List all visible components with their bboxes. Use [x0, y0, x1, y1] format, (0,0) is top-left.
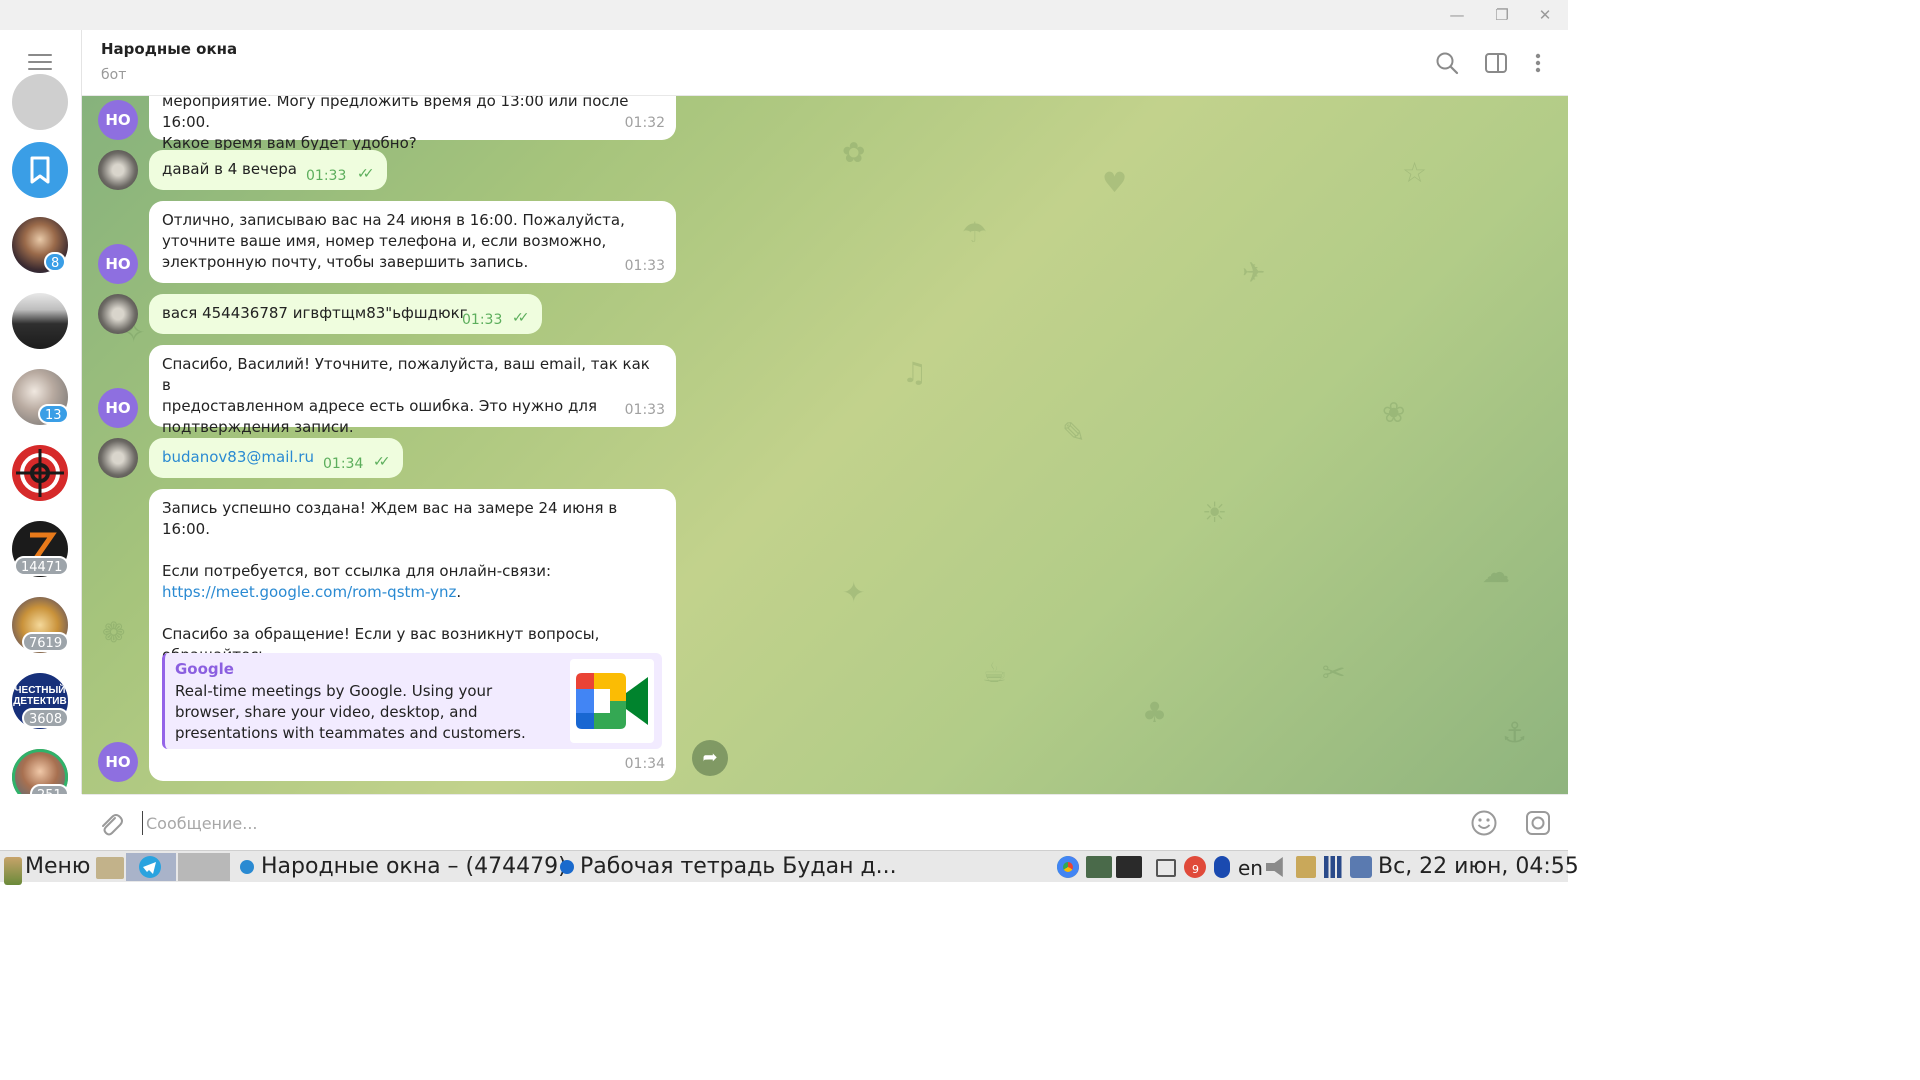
minimize-button[interactable]: —	[1447, 5, 1467, 25]
workspace-switcher[interactable]	[178, 853, 230, 881]
message-bubble[interactable]: мероприятие. Могу предложить время до 13…	[149, 96, 676, 152]
volume-icon[interactable]	[1266, 857, 1283, 877]
taskbar-window-telegram[interactable]: Народные окна – (474479)	[261, 854, 567, 879]
chat-avatar-6[interactable]	[12, 445, 68, 501]
attach-icon[interactable]	[96, 810, 124, 838]
message-text: Спасибо, Василий! Уточните, пожалуйста, …	[162, 355, 650, 394]
message-time: 01:33	[624, 402, 665, 418]
telegram-taskbar-button[interactable]	[126, 853, 176, 881]
message-bubble[interactable]: budanov83@mail.ru 01:34 ✓✓	[149, 438, 403, 478]
message-text: давай в 4 вечера	[162, 160, 297, 178]
sidebar-toggle-icon[interactable]	[1483, 50, 1509, 76]
message-composer	[82, 794, 1568, 850]
message-text: мероприятие. Могу предложить время до 13…	[162, 96, 629, 131]
meet-link[interactable]: https://meet.google.com/rom-qstm-ynz	[162, 583, 456, 601]
message-text: Спасибо за обращение! Если у вас возникн…	[162, 625, 600, 643]
monitor-icon[interactable]	[1086, 856, 1112, 878]
message-text: Отлично, записываю вас на 24 июня в 16:0…	[162, 211, 625, 229]
message-text: .	[456, 583, 462, 601]
battery-icon[interactable]	[1350, 856, 1372, 878]
preview-description: Real-time meetings by Google. Using your…	[175, 682, 526, 742]
message-time: 01:32	[624, 115, 665, 131]
keyboard-layout[interactable]: en	[1238, 856, 1263, 880]
message-bubble[interactable]: вася 454436787 игвфтщм83"ьфшдюкг 01:33 ✓…	[149, 294, 542, 334]
close-button[interactable]: ✕	[1535, 5, 1555, 25]
emoji-icon[interactable]	[1470, 809, 1498, 837]
message-bubble[interactable]: Отлично, записываю вас на 24 июня в 16:0…	[149, 201, 676, 283]
message-text: подтверждения записи.	[162, 418, 354, 436]
message-time: 01:34	[323, 456, 364, 472]
chat-list-sidebar: 8 13 14471 7619 ЧЕСТНЫЙ ДЕТЕКТИВ 3608 25…	[0, 30, 82, 794]
message-bubble[interactable]: Спасибо, Василий! Уточните, пожалуйста, …	[149, 345, 676, 436]
link-preview[interactable]: Google Real-time meetings by Google. Usi…	[162, 653, 662, 749]
share-arrow-icon[interactable]: ➦	[692, 740, 728, 776]
unread-badge: 3608	[22, 708, 70, 728]
window-icon	[560, 860, 574, 874]
chat-subtitle: бот	[101, 67, 127, 83]
bot-avatar[interactable]: НО	[98, 100, 138, 140]
preview-site-name: Google	[175, 660, 234, 678]
start-menu-button[interactable]: Меню	[25, 854, 90, 879]
google-meet-icon	[570, 659, 654, 743]
message-text: предоставленном адресе есть ошибка. Это …	[162, 397, 597, 415]
message-time: 01:33	[624, 258, 665, 274]
menu-icon[interactable]	[28, 54, 52, 70]
message-input[interactable]	[142, 811, 1442, 835]
logo-text: ДЕТЕКТИВ	[13, 696, 67, 707]
system-taskbar: Меню Народные окна – (474479) Рабочая те…	[0, 850, 1579, 885]
restore-button[interactable]: ❐	[1492, 5, 1512, 25]
unread-badge: 14471	[14, 556, 70, 576]
chrome-icon[interactable]	[1057, 856, 1079, 878]
network-signal-icon[interactable]	[1324, 856, 1346, 878]
clock[interactable]: Вс, 22 июн, 04:55	[1378, 854, 1579, 879]
taskbar-window-browser[interactable]: Рабочая тетрадь Будан д...	[580, 854, 897, 879]
logo-text: ЧЕСТНЫЙ	[14, 685, 66, 696]
terminal-icon[interactable]	[1116, 856, 1142, 878]
message-list[interactable]: ✿ ☂ ♥ ✈ ☆ ♫ ✎ ☀ ❀ ☁ ✦ ☕ ♣ ✂ ⚓ ❁ ✧ меропр…	[82, 96, 1568, 794]
file-manager-icon[interactable]	[96, 857, 124, 879]
message-time: 01:34	[624, 756, 665, 772]
bot-avatar[interactable]: НО	[98, 244, 138, 284]
clipboard-manager-icon[interactable]	[1296, 856, 1316, 878]
bookmark-icon	[30, 156, 50, 184]
message-text: Если потребуется, вот ссылка для онлайн-…	[162, 562, 552, 580]
telegram-icon	[139, 856, 161, 878]
unread-badge: 7619	[22, 632, 70, 652]
notification-count: 9	[1192, 863, 1199, 876]
chat-avatar-4[interactable]	[12, 293, 68, 349]
target-logo-icon	[16, 449, 64, 497]
message-text: Запись успешно создана! Ждем вас на заме…	[162, 499, 618, 538]
clipboard-icon[interactable]	[1156, 859, 1176, 877]
message-text: электронную почту, чтобы завершить запис…	[162, 253, 529, 271]
message-time: 01:33	[462, 312, 503, 328]
bot-avatar[interactable]: НО	[98, 742, 138, 782]
message-bubble[interactable]: Запись успешно создана! Ждем вас на заме…	[149, 489, 676, 781]
search-icon[interactable]	[1434, 50, 1460, 76]
email-link[interactable]: budanov83@mail.ru	[162, 448, 314, 466]
start-menu-icon[interactable]	[4, 857, 22, 885]
message-text: вася 454436787 игвфтщм83"ьфшдюкг	[162, 304, 468, 322]
bluetooth-icon[interactable]	[1214, 856, 1230, 878]
read-checks-icon: ✓✓	[373, 454, 391, 470]
chat-title[interactable]: Народные окна	[101, 40, 237, 58]
read-checks-icon: ✓✓	[357, 166, 375, 182]
message-text: уточните ваше имя, номер телефона и, есл…	[162, 232, 607, 250]
window-titlebar: — ❐ ✕	[0, 0, 1568, 30]
camera-icon[interactable]	[1524, 809, 1552, 837]
window-icon	[240, 860, 254, 874]
unread-badge: 251	[30, 784, 69, 794]
chat-avatar-1[interactable]	[12, 74, 68, 130]
saved-messages-avatar[interactable]	[12, 142, 68, 198]
message-bubble[interactable]: давай в 4 вечера 01:33 ✓✓	[149, 150, 387, 190]
user-avatar[interactable]	[98, 150, 138, 190]
message-time: 01:33	[306, 168, 347, 184]
chat-header: Народные окна бот	[82, 30, 1568, 96]
read-checks-icon: ✓✓	[512, 310, 530, 326]
unread-badge: 8	[44, 252, 67, 272]
more-vertical-icon[interactable]	[1525, 50, 1551, 76]
user-avatar[interactable]	[98, 294, 138, 334]
bot-avatar[interactable]: НО	[98, 388, 138, 428]
user-avatar[interactable]	[98, 438, 138, 478]
unread-badge: 13	[38, 404, 69, 424]
